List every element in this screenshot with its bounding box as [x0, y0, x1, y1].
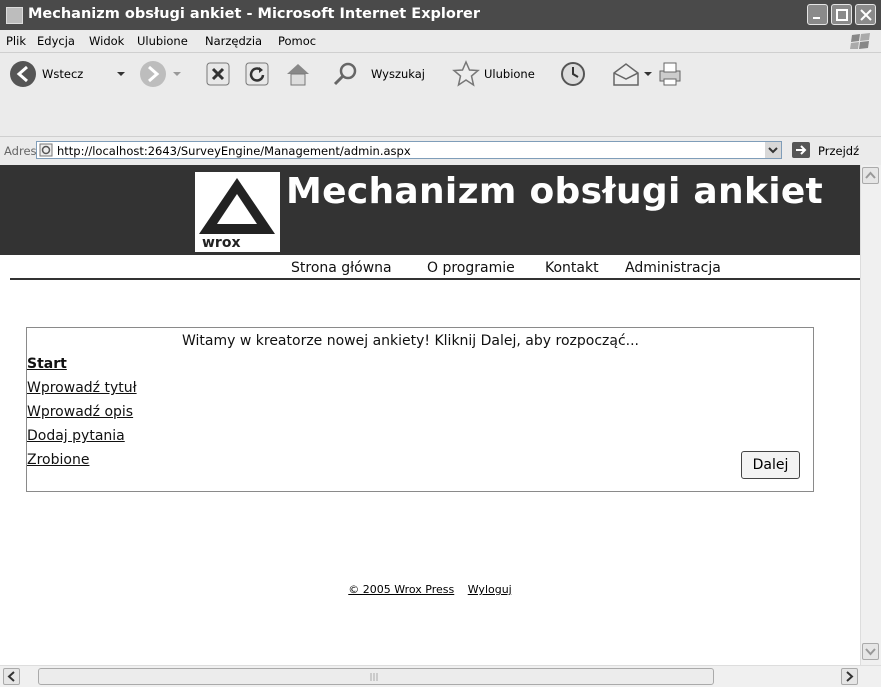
site-header: wrox Mechanizm obsługi ankiet [0, 165, 860, 255]
menu-ulubione[interactable]: Ulubione [137, 34, 188, 48]
favorites-label[interactable]: Ulubione [484, 67, 535, 81]
menu-widok[interactable]: Widok [89, 34, 124, 48]
wizard-step-questions[interactable]: Dodaj pytania [27, 428, 125, 444]
home-icon[interactable] [283, 59, 313, 89]
refresh-icon[interactable] [244, 61, 270, 87]
scroll-left-button[interactable] [3, 668, 20, 685]
menu-narzedzia[interactable]: Narzędzia [205, 34, 262, 48]
menu-plik[interactable]: Plik [6, 34, 26, 48]
menu-edycja[interactable]: Edycja [37, 34, 75, 48]
page-footer: © 2005 Wrox Press Wyloguj [0, 583, 860, 596]
next-button[interactable]: Dalej [741, 451, 800, 479]
horizontal-scroll-thumb[interactable] [38, 668, 714, 685]
wizard-welcome-text: Witamy w kreatorze nowej ankiety! Klikni… [182, 333, 639, 349]
scroll-right-button[interactable] [841, 668, 858, 685]
maximize-icon [836, 9, 848, 21]
stop-icon[interactable] [205, 61, 231, 87]
windows-flag-icon [850, 33, 870, 49]
forward-dropdown-icon[interactable] [172, 69, 182, 79]
go-button[interactable]: Przejdź [818, 144, 859, 158]
back-arrow-icon[interactable] [8, 59, 38, 89]
horizontal-scrollbar[interactable] [0, 665, 881, 687]
chevron-right-icon [846, 671, 854, 682]
go-arrow-icon[interactable] [792, 142, 810, 158]
address-dropdown-button[interactable] [765, 142, 781, 158]
mail-dropdown-icon[interactable] [643, 69, 653, 79]
nav-contact-link[interactable]: Kontakt [545, 260, 599, 276]
search-icon[interactable] [332, 61, 360, 87]
site-nav: Strona główna O programie Kontakt Admini… [10, 258, 860, 280]
nav-home-link[interactable]: Strona główna [291, 260, 392, 276]
nav-admin-link[interactable]: Administracja [625, 260, 721, 276]
scroll-down-button[interactable] [862, 643, 879, 660]
mail-icon[interactable] [611, 61, 641, 87]
logout-link[interactable]: Wyloguj [468, 583, 512, 596]
nav-about-link[interactable]: O programie [427, 260, 515, 276]
chevron-left-icon [7, 671, 15, 682]
menu-pomoc[interactable]: Pomoc [278, 34, 316, 48]
vertical-scrollbar[interactable] [860, 165, 881, 665]
back-label[interactable]: Wstecz [42, 67, 83, 81]
search-label[interactable]: Wyszukaj [371, 67, 425, 81]
window-title: Mechanizm obsługi ankiet - Microsoft Int… [28, 6, 480, 22]
close-button[interactable] [855, 4, 876, 25]
ie-page-icon [39, 143, 53, 157]
back-dropdown-icon[interactable] [116, 69, 126, 79]
survey-wizard: Witamy w kreatorze nowej ankiety! Klikni… [26, 327, 814, 492]
grip-icon [370, 673, 378, 681]
history-icon[interactable] [558, 59, 588, 89]
chevron-up-icon [865, 171, 876, 179]
scroll-up-button[interactable] [862, 167, 879, 184]
menu-bar: Plik Edycja Widok Ulubione Narzędzia Pom… [0, 30, 881, 53]
wizard-step-title[interactable]: Wprowadź tytuł [27, 380, 137, 396]
page-content: wrox Mechanizm obsługi ankiet Strona głó… [0, 165, 860, 665]
close-icon [860, 9, 872, 21]
minimize-button[interactable] [807, 4, 828, 25]
print-icon[interactable] [655, 59, 685, 89]
address-label: Adres [4, 144, 37, 158]
ie-page-icon [6, 7, 23, 24]
chevron-down-icon [865, 648, 876, 656]
favorites-star-icon[interactable] [451, 59, 481, 89]
forward-arrow-icon[interactable] [138, 59, 168, 89]
copyright-link[interactable]: © 2005 Wrox Press [348, 583, 454, 596]
wizard-step-done[interactable]: Zrobione [27, 452, 89, 468]
wizard-step-start[interactable]: Start [27, 356, 67, 372]
wizard-step-description[interactable]: Wprowadź opis [27, 404, 133, 420]
chevron-down-icon [768, 147, 778, 154]
address-bar: Adres http://localhost:2643/SurveyEngine… [0, 136, 881, 165]
toolbar: Wstecz Wyszukaj Ulubione [0, 53, 881, 137]
address-url[interactable]: http://localhost:2643/SurveyEngine/Manag… [57, 144, 411, 158]
window-title-bar: Mechanizm obsługi ankiet - Microsoft Int… [0, 0, 881, 30]
site-title: Mechanizm obsługi ankiet [286, 171, 824, 212]
wrox-logo-text: wrox [202, 235, 241, 251]
minimize-icon [813, 17, 820, 19]
maximize-button[interactable] [831, 4, 852, 25]
wrox-logo: wrox [195, 172, 280, 252]
address-input[interactable]: http://localhost:2643/SurveyEngine/Manag… [36, 141, 782, 159]
